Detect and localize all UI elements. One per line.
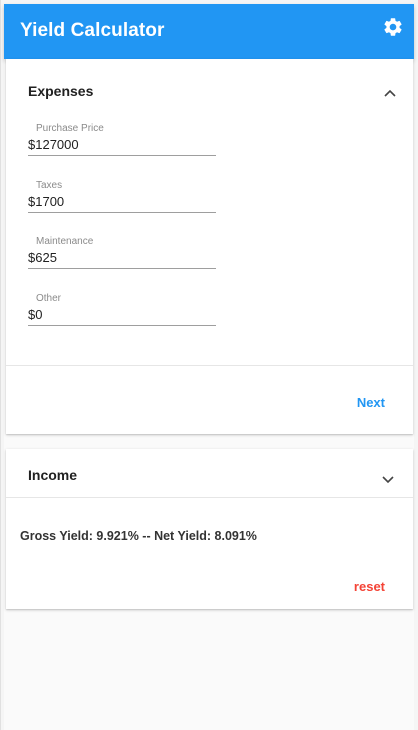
expenses-title: Expenses <box>28 83 94 99</box>
income-title: Income <box>28 467 78 483</box>
maintenance-input[interactable] <box>28 247 216 269</box>
actions-divider <box>6 365 413 366</box>
next-button[interactable]: Next <box>357 395 385 410</box>
chevron-up-icon[interactable] <box>383 85 397 97</box>
purchase-price-input[interactable] <box>28 134 216 156</box>
income-divider <box>6 497 413 498</box>
app-bar: Yield Calculator <box>4 4 414 59</box>
other-field: Other <box>28 293 216 329</box>
maintenance-label: Maintenance <box>36 236 94 247</box>
taxes-field: Taxes <box>28 180 216 216</box>
other-label: Other <box>36 293 62 304</box>
purchase-price-field: Purchase Price <box>28 123 216 159</box>
app-frame: Yield Calculator Expenses Purchase Price… <box>4 4 414 730</box>
app-title: Yield Calculator <box>20 20 165 41</box>
chevron-down-icon[interactable] <box>381 472 395 484</box>
expenses-panel: Expenses Purchase Price Taxes Maintenanc… <box>6 59 413 434</box>
gear-icon[interactable] <box>382 16 404 38</box>
maintenance-field: Maintenance <box>28 236 216 272</box>
taxes-input[interactable] <box>28 191 216 213</box>
taxes-label: Taxes <box>36 180 63 191</box>
reset-button[interactable]: reset <box>354 579 385 594</box>
income-panel: Income Gross Yield: 9.921% -- Net Yield:… <box>6 449 413 609</box>
other-input[interactable] <box>28 304 216 326</box>
yield-result: Gross Yield: 9.921% -- Net Yield: 8.091% <box>20 529 257 543</box>
purchase-price-label: Purchase Price <box>36 123 104 134</box>
left-edge-line <box>0 0 1 730</box>
